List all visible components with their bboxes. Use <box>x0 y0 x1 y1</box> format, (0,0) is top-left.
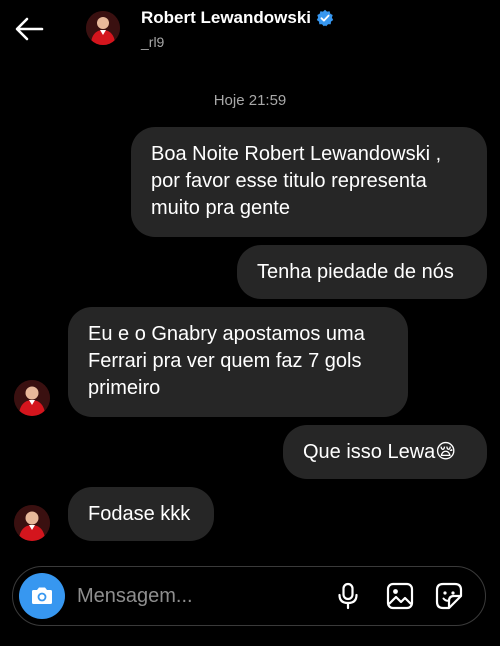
sticker-icon[interactable] <box>434 581 464 611</box>
contact-name[interactable]: Robert Lewandowski <box>141 8 311 28</box>
camera-button[interactable] <box>19 573 65 619</box>
image-icon[interactable] <box>385 581 415 611</box>
chat-header: Robert Lewandowski _rl9 <box>0 0 500 62</box>
contact-name-row[interactable]: Robert Lewandowski <box>141 8 334 28</box>
microphone-icon[interactable] <box>333 581 363 611</box>
camera-icon <box>32 587 52 604</box>
message-bubble-received[interactable]: Eu e o Gnabry apostamos uma Ferrari pra … <box>68 307 408 417</box>
back-arrow-icon[interactable] <box>12 12 46 46</box>
message-bubble-sent[interactable]: Boa Noite Robert Lewandowski , por favor… <box>131 127 487 237</box>
avatar[interactable] <box>14 505 50 541</box>
message-bubble-received[interactable]: Fodase kkk <box>68 487 214 541</box>
message-bubble-sent[interactable]: Que isso Lewa😪 <box>283 425 487 479</box>
contact-handle: _rl9 <box>141 34 165 50</box>
verified-badge-icon <box>316 9 334 27</box>
message-bubble-sent[interactable]: Tenha piedade de nós <box>237 245 487 299</box>
message-input[interactable] <box>77 567 327 625</box>
conversation-timestamp: Hoje 21:59 <box>213 92 287 109</box>
avatar[interactable] <box>86 11 120 45</box>
avatar[interactable] <box>14 380 50 416</box>
message-composer <box>12 566 486 626</box>
